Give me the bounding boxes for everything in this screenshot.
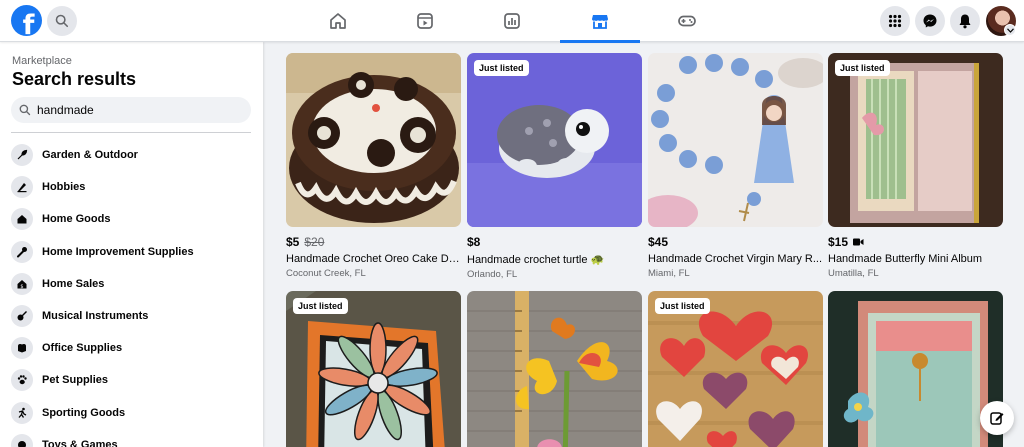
listing-image[interactable] [467, 291, 642, 447]
home-icon[interactable] [298, 0, 378, 42]
breadcrumb[interactable]: Marketplace [12, 55, 72, 67]
category-item-office-supplies[interactable]: Office Supplies [8, 332, 256, 364]
original-price: $20 [304, 235, 325, 249]
listing-location: Orlando, FL [467, 269, 518, 280]
listing-card[interactable]: Just listed [648, 291, 823, 447]
category-item-garden-outdoor[interactable]: Garden & Outdoor [8, 139, 256, 171]
facebook-logo[interactable]: f [11, 5, 42, 36]
listing-card[interactable]: $5 $20 Handmade Crochet Oreo Cake De... … [286, 53, 461, 279]
category-item-musical-instruments[interactable]: Musical Instruments [8, 300, 256, 332]
listing-title: Handmade crochet turtle 🐢 [467, 254, 605, 266]
listing-price: $15 [828, 235, 1003, 249]
listing-image[interactable] [828, 291, 1003, 447]
tools-icon [11, 240, 33, 263]
search-field[interactable] [11, 97, 251, 123]
listing-card[interactable] [467, 291, 642, 447]
menu-grid-icon[interactable] [880, 6, 910, 36]
home-sales-icon: $ [11, 272, 33, 295]
listing-location: Coconut Creek, FL [286, 268, 366, 279]
home-goods-icon [11, 208, 33, 231]
listing-image[interactable] [286, 53, 461, 227]
marketplace-sidebar: Marketplace Search results Garden & Outd… [0, 42, 263, 447]
top-navigation-bar: f [0, 0, 1024, 43]
toys-icon [11, 433, 33, 447]
garden-icon [11, 144, 33, 167]
category-item-home-goods[interactable]: Home Goods [8, 203, 256, 235]
listing-title: Handmade Butterfly Mini Album [828, 253, 983, 265]
sports-icon [11, 401, 33, 424]
watch-icon[interactable] [385, 0, 465, 42]
category-item-pet-supplies[interactable]: Pet Supplies [8, 364, 256, 396]
video-icon [853, 238, 864, 246]
just-listed-badge: Just listed [293, 298, 348, 314]
listing-image[interactable]: Just listed [828, 53, 1003, 227]
page-title: Search results [12, 69, 137, 89]
paw-icon [11, 369, 33, 392]
gaming-icon[interactable] [647, 0, 727, 42]
listing-card[interactable]: Just listed $15 Handmade Butterfly Mini … [828, 53, 1003, 279]
divider [11, 132, 251, 133]
listing-price: $5 $20 [286, 235, 325, 249]
compose-button[interactable] [980, 401, 1014, 435]
category-item-toys-games[interactable]: Toys & Games [8, 429, 256, 447]
category-item-hobbies[interactable]: Hobbies [8, 171, 256, 203]
listing-location: Umatilla, FL [828, 268, 879, 279]
office-icon [11, 337, 33, 360]
listing-location: Miami, FL [648, 268, 690, 279]
listing-title: Handmade Crochet Virgin Mary R... [648, 253, 823, 265]
listing-image[interactable]: Just listed [467, 53, 642, 227]
listing-card[interactable] [828, 291, 1003, 447]
chevron-down-icon[interactable] [1004, 24, 1016, 36]
notifications-icon[interactable] [950, 6, 980, 36]
category-item-home-improvement[interactable]: Home Improvement Supplies [8, 236, 256, 268]
category-item-sporting-goods[interactable]: Sporting Goods [8, 397, 256, 429]
hobbies-icon [11, 176, 33, 199]
listing-price: $45 [648, 235, 669, 249]
category-item-home-sales[interactable]: $ Home Sales [8, 268, 256, 300]
just-listed-badge: Just listed [655, 298, 710, 314]
guitar-icon [11, 305, 33, 328]
listing-image[interactable]: Just listed [286, 291, 461, 447]
search-input[interactable] [37, 103, 237, 117]
search-icon [19, 104, 31, 116]
listing-card[interactable]: Just listed [286, 291, 461, 447]
marketplace-icon[interactable] [560, 0, 640, 43]
feeds-icon[interactable] [472, 0, 552, 42]
search-icon[interactable] [47, 6, 77, 36]
messenger-icon[interactable] [915, 6, 945, 36]
listing-card[interactable]: Just listed $8 Handmade crochet turtle 🐢… [467, 53, 642, 280]
category-list: Garden & Outdoor Hobbies Home Goods Home… [8, 139, 256, 447]
listing-image[interactable] [648, 53, 823, 227]
listing-title: Handmade Crochet Oreo Cake De... [286, 253, 461, 265]
just-listed-badge: Just listed [835, 60, 890, 76]
edit-icon [990, 412, 1004, 425]
svg-text:$: $ [20, 284, 23, 290]
listing-price: $8 [467, 235, 481, 249]
just-listed-badge: Just listed [474, 60, 529, 76]
listing-card[interactable]: $45 Handmade Crochet Virgin Mary R... Mi… [648, 53, 823, 279]
listing-image[interactable]: Just listed [648, 291, 823, 447]
